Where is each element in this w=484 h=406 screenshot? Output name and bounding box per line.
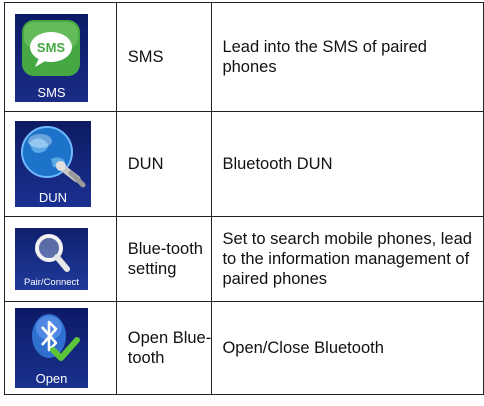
- feature-description: Open/Close Bluetooth: [211, 301, 484, 395]
- table-row: DUN DUN Bluetooth DUN: [4, 111, 484, 217]
- feature-description: Lead into the SMS of paired phones: [211, 2, 484, 112]
- feature-name: Blue-tooth setting: [115, 216, 213, 302]
- table-row: SMS SMS SMS Lead into the SMS of paired …: [4, 2, 484, 112]
- feature-name: DUN: [115, 111, 213, 217]
- dun-tile[interactable]: DUN: [15, 121, 91, 207]
- feature-description: Bluetooth DUN: [211, 111, 484, 217]
- tile-label: Pair/Connect: [24, 277, 79, 288]
- svg-text:SMS: SMS: [37, 40, 66, 55]
- tile-label: SMS: [37, 85, 66, 100]
- feature-table: SMS SMS SMS Lead into the SMS of paired …: [4, 2, 484, 395]
- feature-name: Open Blue-tooth: [115, 301, 213, 395]
- feature-description: Set to search mobile phones, lead to the…: [211, 216, 484, 302]
- tile-label: DUN: [38, 190, 68, 205]
- feature-name: SMS: [115, 2, 213, 112]
- tile-label: Open: [35, 371, 68, 386]
- pair-connect-tile[interactable]: Pair/Connect: [15, 228, 88, 290]
- sms-tile[interactable]: SMS SMS: [15, 14, 88, 102]
- open-bluetooth-tile[interactable]: Open: [15, 308, 88, 388]
- table-row: Open Open Blue-tooth Open/Close Bluetoot…: [4, 301, 484, 395]
- table-row: Pair/Connect Blue-tooth setting Set to s…: [4, 216, 484, 302]
